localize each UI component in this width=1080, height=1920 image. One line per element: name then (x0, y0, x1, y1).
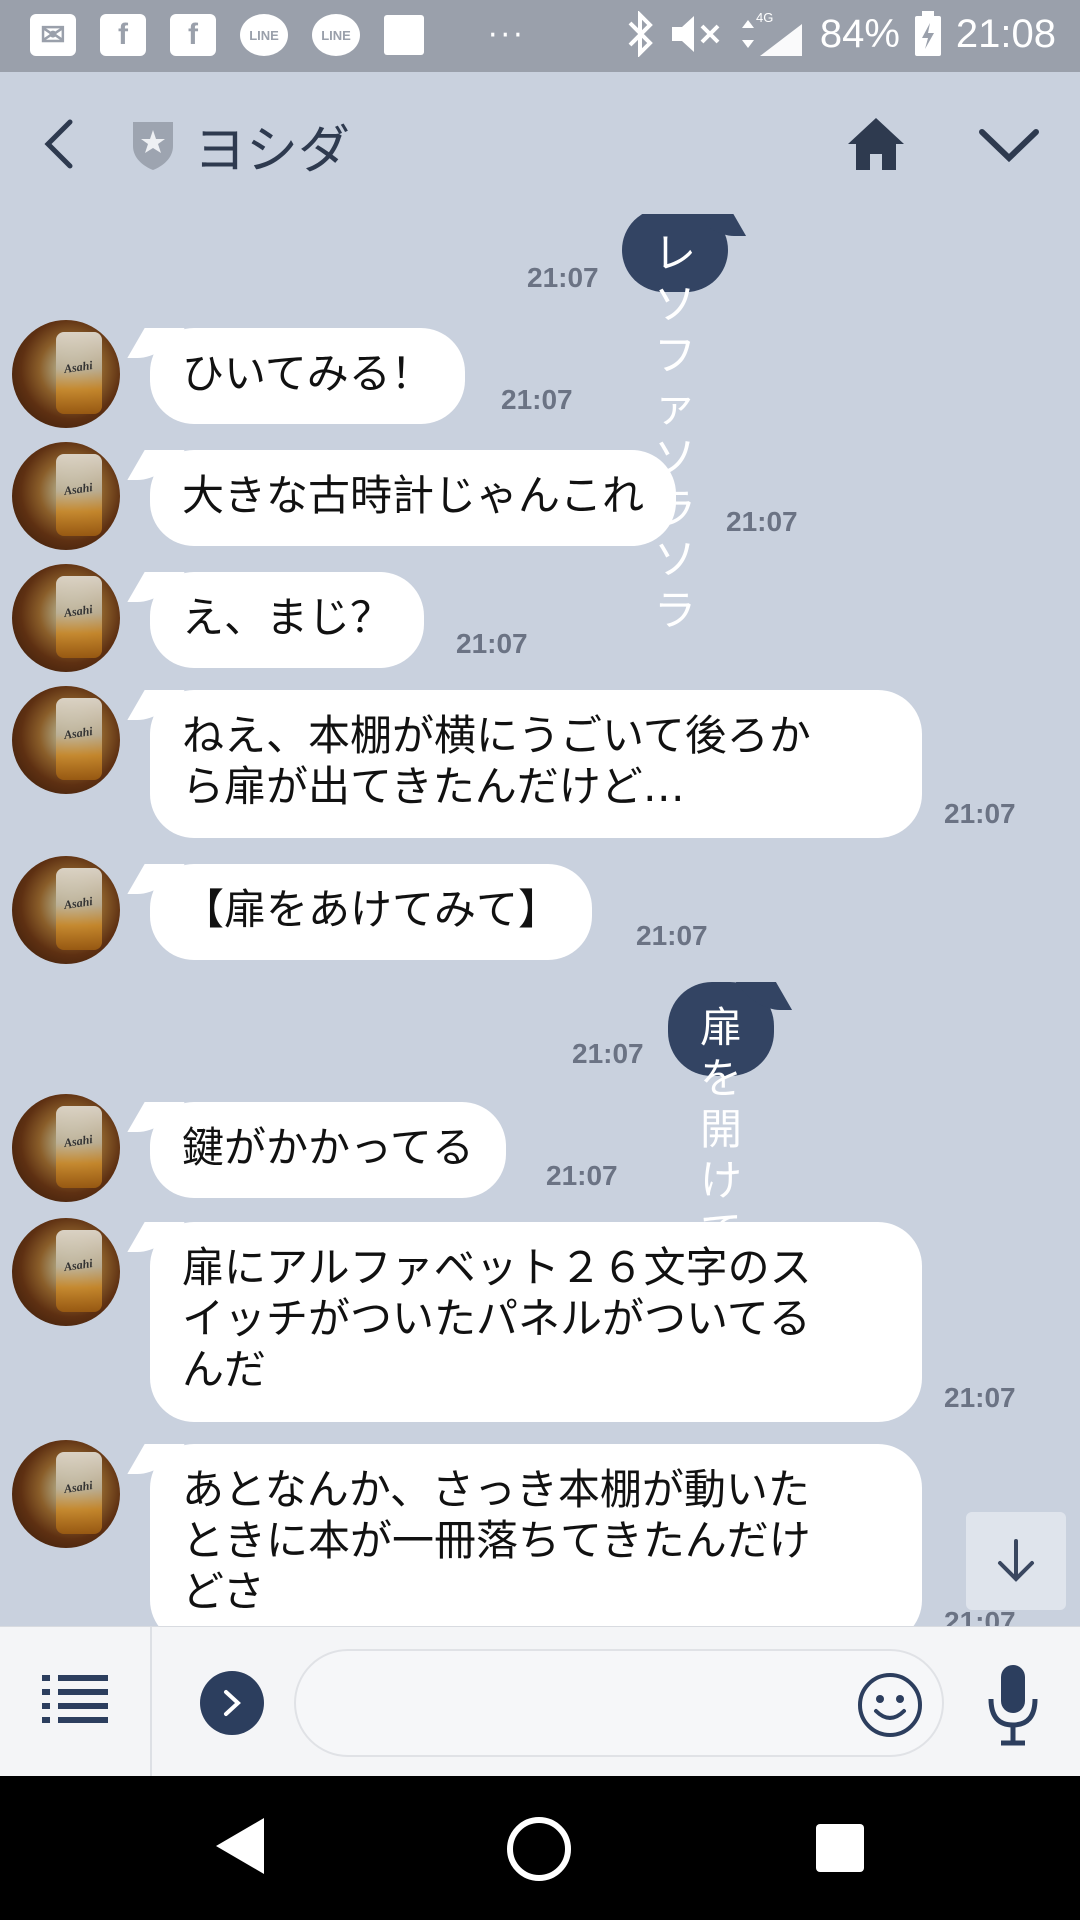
home-icon[interactable] (846, 114, 906, 172)
message-time: 21:07 (726, 506, 798, 537)
back-triangle-icon[interactable] (214, 1816, 266, 1876)
notification-icons: ✉ f f LINE LINE ··· (30, 14, 526, 56)
mute-icon (671, 16, 720, 52)
system-navigation-bar (0, 1776, 1080, 1920)
avatar[interactable]: Asahi (12, 1440, 120, 1548)
network-label: 4G (756, 10, 773, 25)
message-time: 21:07 (527, 262, 599, 293)
message-bubble[interactable]: 【扉をあけてみて】 (150, 864, 593, 960)
recent-apps-icon[interactable] (816, 1824, 864, 1872)
clock: 21:08 (955, 11, 1056, 56)
chat-title: ヨシダ (194, 121, 351, 181)
home-circle-icon[interactable] (504, 1814, 574, 1884)
expand-button[interactable] (200, 1671, 264, 1735)
avatar[interactable]: Asahi (12, 686, 120, 794)
facebook-icon: f (170, 14, 216, 56)
signal-icon: 4G (741, 10, 802, 56)
more-notifications-icon: ··· (488, 17, 526, 53)
official-shield-icon (133, 122, 173, 170)
avatar[interactable]: Asahi (12, 1218, 120, 1326)
message-time: 21:07 (456, 628, 528, 659)
battery-icon (914, 11, 941, 56)
avatar[interactable]: Asahi (12, 856, 120, 964)
message-list[interactable]: 21:07 レソファソラソラ Asahi ひいてみる！ 21:07 Asahi … (0, 214, 1080, 1626)
message-time: 21:07 (501, 384, 573, 415)
message-bubble[interactable]: 鍵がかかってる (150, 1102, 506, 1198)
message-bubble[interactable]: レソファソラソラ (622, 214, 729, 635)
message-time: 21:07 (944, 798, 1016, 829)
line-icon: LINE (240, 14, 288, 56)
system-status: 4G 84% 21:08 (626, 10, 1056, 58)
avatar[interactable]: Asahi (12, 564, 120, 672)
chat-header: ヨシダ (0, 72, 1080, 214)
avatar[interactable]: Asahi (12, 442, 120, 550)
avatar[interactable]: Asahi (12, 320, 120, 428)
microphone-icon[interactable] (986, 1663, 1040, 1747)
chevron-down-icon[interactable] (976, 124, 1042, 164)
message-time: 21:07 (546, 1160, 618, 1191)
scroll-to-bottom-button[interactable] (966, 1512, 1066, 1610)
divider (150, 1627, 152, 1777)
menu-list-icon[interactable] (40, 1669, 110, 1731)
square-icon (384, 15, 424, 55)
mail-icon: ✉ (30, 14, 76, 56)
message-time: 21:07 (572, 1038, 644, 1069)
battery-percent: 84% (819, 11, 900, 56)
message-time: 21:07 (636, 920, 708, 951)
message-bubble[interactable]: 扉を開けてみて (668, 982, 775, 1358)
message-bubble[interactable]: ねえ、本棚が横にうごいて後ろか ら扉が出てきたんだけど… (150, 690, 922, 838)
back-button[interactable] (36, 114, 88, 174)
arrow-down-icon (998, 1539, 1034, 1582)
emoji-icon[interactable] (856, 1671, 924, 1739)
facebook-icon: f (100, 14, 146, 56)
message-time: 21:07 (944, 1382, 1016, 1413)
message-input-bar (0, 1626, 1080, 1777)
message-bubble[interactable]: 扉にアルファベット２６文字のス イッチがついたパネルがついてる んだ (150, 1222, 922, 1422)
message-field[interactable] (294, 1649, 944, 1757)
line-icon: LINE (312, 14, 360, 56)
chevron-right-icon (224, 1690, 241, 1716)
status-bar: ✉ f f LINE LINE ··· 4G 84% 21:08 (0, 0, 1080, 72)
message-bubble[interactable]: あとなんか、さっき本棚が動いた ときに本が一冊落ちてきたんだけ どさ (150, 1444, 922, 1626)
message-bubble[interactable]: え、まじ？ (150, 572, 425, 668)
message-bubble[interactable]: 大きな古時計じゃんこれ (150, 450, 677, 546)
bluetooth-icon (628, 11, 653, 57)
message-text-input[interactable] (324, 1675, 844, 1733)
message-bubble[interactable]: ひいてみる！ (150, 328, 465, 424)
avatar[interactable]: Asahi (12, 1094, 120, 1202)
